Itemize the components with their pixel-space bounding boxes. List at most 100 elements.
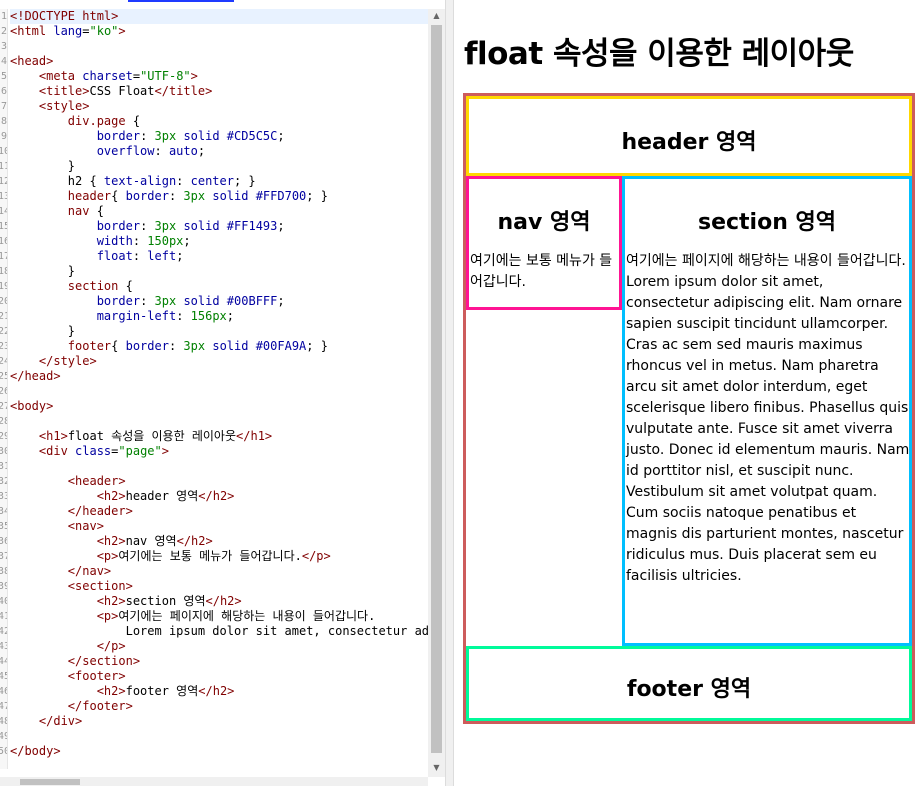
code-line[interactable]: <nav>	[10, 519, 104, 534]
vertical-scroll-thumb[interactable]	[431, 25, 442, 753]
code-token: footer	[67, 339, 112, 353]
code-token: nav	[67, 204, 90, 218]
code-line[interactable]: <h2>header 영역</h2>	[10, 489, 235, 504]
code-line[interactable]: }	[10, 264, 75, 279]
code-line[interactable]: margin-left: 156px;	[10, 309, 234, 324]
code-line[interactable]: </body>	[10, 744, 61, 759]
scroll-up-arrow-icon[interactable]: ▲	[428, 9, 445, 23]
code-line[interactable]: </nav>	[10, 564, 111, 579]
code-token: <footer>	[67, 669, 126, 683]
code-line[interactable]: <footer>	[10, 669, 126, 684]
code-line[interactable]: border: 3px solid #00BFFF;	[10, 294, 285, 309]
code-line[interactable]: <p>여기에는 보통 메뉴가 들어갑니다.</p>	[10, 549, 331, 564]
vertical-scrollbar[interactable]: ▲ ▼	[428, 9, 445, 777]
line-number: 27	[0, 399, 7, 414]
code-line[interactable]: <p>여기에는 페이지에 해당하는 내용이 들어갑니다.	[10, 609, 376, 624]
section-text: 여기에는 페이지에 해당하는 내용이 들어갑니다. Lorem ipsum do…	[626, 253, 910, 584]
code-line[interactable]: <html lang="ko">	[10, 24, 126, 39]
code-token: <h2>	[96, 594, 126, 608]
code-token: ;	[277, 129, 285, 143]
line-number: 13	[0, 189, 7, 204]
code-line[interactable]: footer{ border: 3px solid #00FA9A; }	[10, 339, 328, 354]
code-line[interactable]: float: left;	[10, 249, 184, 264]
section-region: section 영역 여기에는 페이지에 해당하는 내용이 들어갑니다. Lor…	[622, 176, 912, 646]
code-token: </head>	[10, 369, 61, 383]
horizontal-scrollbar[interactable]	[0, 777, 428, 786]
code-token: #FF1493	[226, 219, 278, 233]
code-line[interactable]: </style>	[10, 354, 97, 369]
code-line[interactable]: nav {	[10, 204, 104, 219]
code-line[interactable]: overflow: auto;	[10, 144, 205, 159]
code-line[interactable]: </footer>	[10, 699, 133, 714]
active-tab-indicator	[128, 0, 234, 2]
code-token: charset	[82, 69, 133, 83]
preview-pane: float 속성을 이용한 레이아웃 header 영역 nav 영역 여기에는…	[454, 0, 923, 786]
code-line[interactable]: <section>	[10, 579, 133, 594]
code-token: CSS Float	[89, 84, 155, 98]
code-token: <html	[10, 24, 54, 38]
code-line[interactable]: <div class="page">	[10, 444, 169, 459]
code-token: {	[111, 339, 126, 353]
code-line[interactable]: <h2>footer 영역</h2>	[10, 684, 235, 699]
code-token: }	[10, 324, 76, 338]
code-line[interactable]: section {	[10, 279, 133, 294]
code-token: <section>	[67, 579, 133, 593]
scroll-down-arrow-icon[interactable]: ▼	[428, 761, 445, 775]
code-line[interactable]: border: 3px solid #CD5C5C;	[10, 129, 285, 144]
code-token: solid	[212, 339, 249, 353]
code-token: :	[140, 129, 155, 143]
code-token: "UTF-8"	[140, 69, 191, 83]
code-token: >	[118, 24, 126, 38]
code-line[interactable]: <h2>section 영역</h2>	[10, 594, 242, 609]
code-token: #CD5C5C	[226, 129, 278, 143]
code-line[interactable]: </p>	[10, 639, 126, 654]
line-number: 30	[0, 444, 7, 459]
page-container: header 영역 nav 영역 여기에는 보통 메뉴가 들어갑니다. sect…	[463, 93, 915, 724]
code-text-area[interactable]: <!DOCTYPE html> <html lang="ko"> <head> <m…	[10, 9, 428, 771]
code-line[interactable]: <meta charset="UTF-8">	[10, 69, 198, 84]
code-line[interactable]: <style>	[10, 99, 90, 114]
code-token: {	[111, 189, 126, 203]
code-line[interactable]: <title>CSS Float</title>	[10, 84, 212, 99]
code-token: :	[132, 249, 148, 263]
code-line[interactable]: border: 3px solid #FF1493;	[10, 219, 285, 234]
code-line[interactable]: <!DOCTYPE html>	[10, 9, 428, 24]
code-line[interactable]: h2 { text-align: center; }	[10, 174, 256, 189]
line-number: 14	[0, 204, 7, 219]
code-line[interactable]: header{ border: 3px solid #FFD700; }	[10, 189, 328, 204]
code-line[interactable]: Lorem ipsum dolor sit amet, consectetur …	[10, 624, 428, 639]
code-editor[interactable]: 1234567891011121314151617181920212223242…	[0, 0, 445, 786]
code-line[interactable]: width: 150px;	[10, 234, 191, 249]
line-number: 9	[0, 131, 7, 142]
code-token: :	[168, 339, 184, 353]
code-line[interactable]: }	[10, 324, 75, 339]
line-number: 3	[0, 41, 7, 52]
header-region: header 영역	[466, 96, 912, 176]
pane-splitter[interactable]	[445, 0, 454, 786]
code-line[interactable]: </div>	[10, 714, 82, 729]
code-line[interactable]: <body>	[10, 399, 53, 414]
code-line[interactable]: <h1>float 속성을 이용한 레이아웃</h1>	[10, 429, 272, 444]
code-line[interactable]: <header>	[10, 474, 126, 489]
code-line[interactable]: </head>	[10, 369, 61, 384]
code-token: h2 {	[10, 174, 104, 188]
code-line[interactable]: div.page {	[10, 114, 140, 129]
code-line[interactable]: }	[10, 159, 75, 174]
code-line[interactable]: <h2>nav 영역</h2>	[10, 534, 213, 549]
code-line[interactable]: <head>	[10, 54, 53, 69]
code-line[interactable]: </section>	[10, 654, 140, 669]
code-token: section 영역	[125, 594, 206, 608]
line-number: 49	[0, 729, 7, 744]
code-token: 3px	[154, 129, 177, 143]
horizontal-scroll-thumb[interactable]	[20, 779, 80, 785]
code-line[interactable]: </header>	[10, 504, 133, 519]
